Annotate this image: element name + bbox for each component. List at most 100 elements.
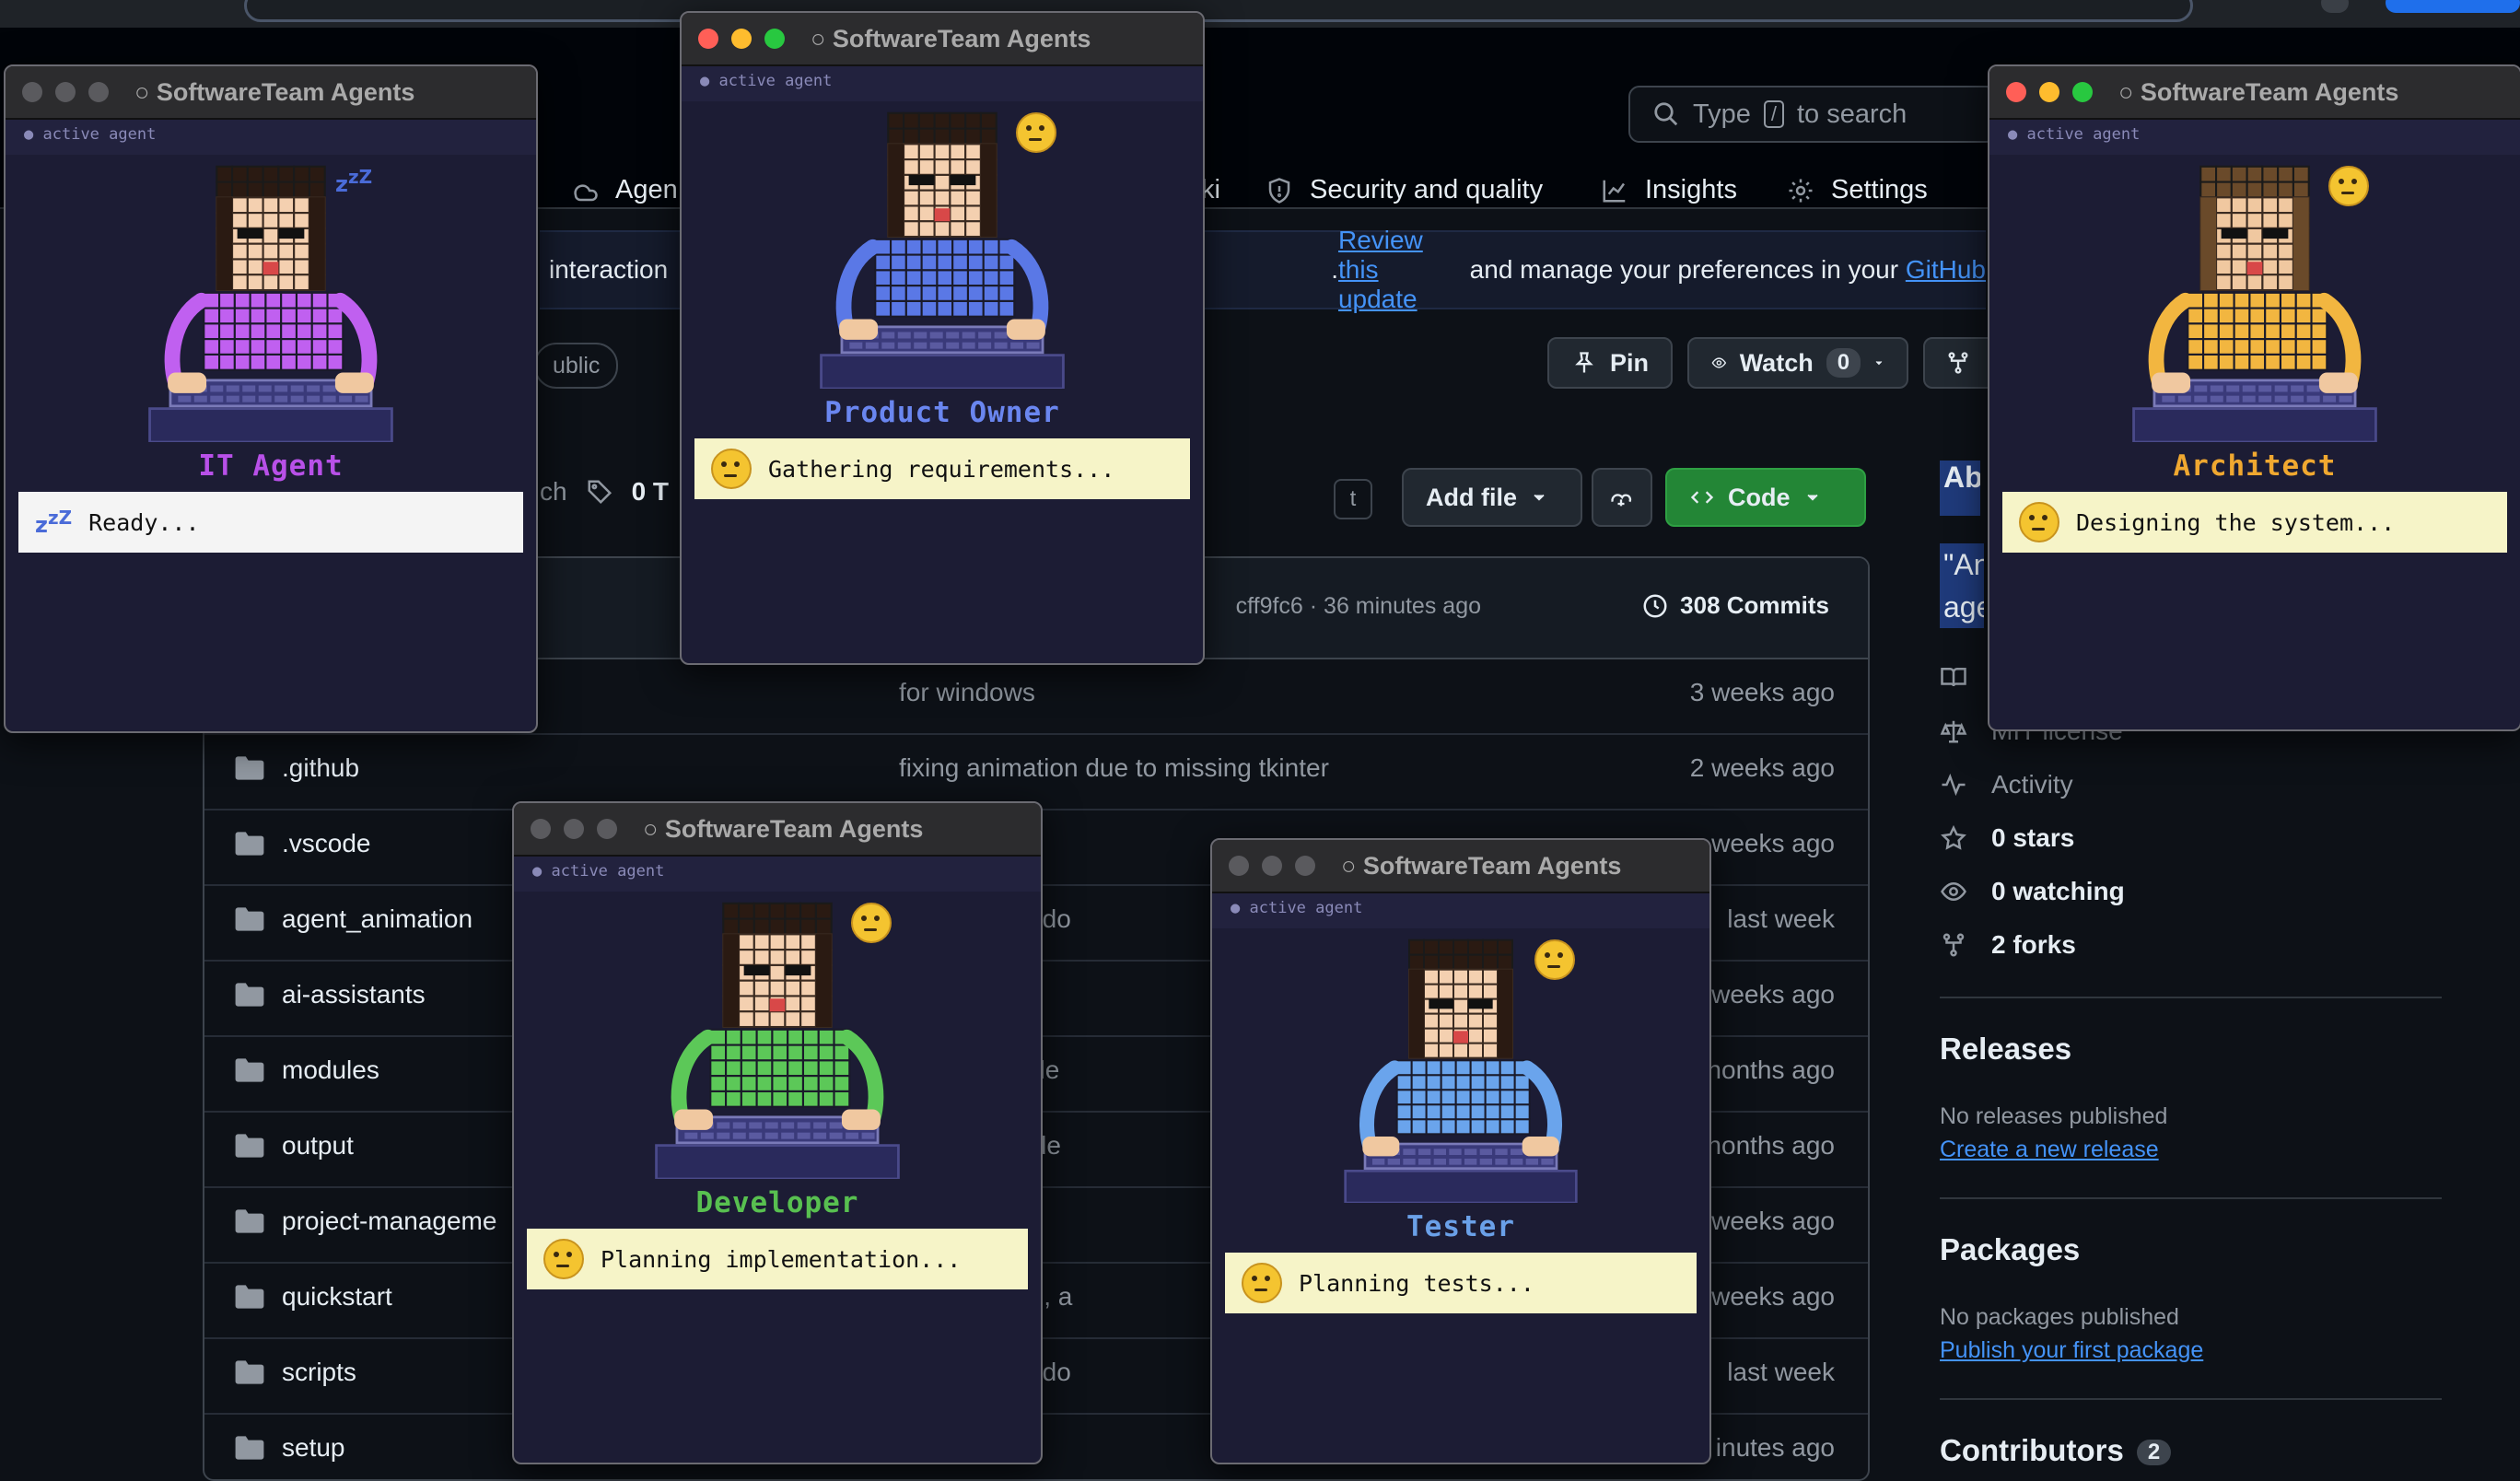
watching-item[interactable]: 0 watching [1940, 877, 2125, 906]
watch-button[interactable]: Watch 0 [1687, 337, 1908, 389]
file-name[interactable]: ai-assistants [282, 980, 426, 1009]
address-bar[interactable] [244, 0, 2193, 22]
fork-icon [1942, 933, 1965, 957]
folder-icon [235, 1285, 264, 1309]
tab-agents[interactable]: Agen [571, 175, 678, 205]
agent-panel: ● active agent zzZ IT Agent zzZ Ready... [6, 120, 536, 553]
maximize-window-button[interactable] [597, 819, 617, 839]
active-agent-label: ● active agent [6, 120, 536, 155]
agent-window-arch[interactable]: ○ SoftwareTeam Agents ● active agent Archi… [1988, 64, 2520, 731]
readme-item[interactable] [1940, 663, 1967, 691]
agent-pixel-avatar [655, 902, 900, 1179]
close-window-button[interactable] [531, 819, 551, 839]
minimize-window-button[interactable] [2039, 82, 2059, 102]
create-release-link[interactable]: Create a new release [1940, 1137, 2159, 1163]
thinking-face-icon [1242, 1263, 1282, 1303]
review-update-link[interactable]: Review this update [1338, 226, 1463, 314]
file-name[interactable]: output [282, 1131, 354, 1160]
window-titlebar[interactable]: ○ SoftwareTeam Agents [682, 13, 1203, 66]
github-settings-link[interactable]: GitHub [1906, 255, 1986, 285]
tab-insights[interactable]: Insights [1601, 175, 1737, 205]
file-row[interactable]: .github fixing animation due to missing t… [204, 733, 1868, 810]
agents-icon [574, 183, 598, 201]
tab-settings[interactable]: Settings [1787, 175, 1928, 205]
code-button[interactable]: Code [1665, 468, 1866, 527]
packages-text: No packages published [1940, 1304, 2179, 1330]
active-agent-text: active agent [718, 72, 833, 90]
window-titlebar[interactable]: ○ SoftwareTeam Agents [6, 66, 536, 120]
close-window-button[interactable] [698, 29, 718, 49]
contributors-title[interactable]: Contributors 2 [1940, 1433, 2172, 1468]
releases-title[interactable]: Releases [1940, 1032, 2071, 1067]
browser-profile-icon[interactable] [2321, 0, 2349, 13]
commit-date: 3 weeks ago [1689, 678, 1835, 706]
window-titlebar[interactable]: ○ SoftwareTeam Agents [1212, 840, 1709, 893]
file-name[interactable]: scripts [282, 1358, 356, 1387]
fork-button[interactable] [1923, 337, 1997, 389]
stars-item[interactable]: 0 stars [1940, 823, 2074, 853]
file-name[interactable]: project-manageme [282, 1207, 496, 1236]
agent-window-po[interactable]: ○ SoftwareTeam Agents ● active agent Produ… [680, 11, 1205, 665]
add-file-button[interactable]: Add file [1402, 468, 1582, 527]
forks-item[interactable]: 2 forks [1940, 930, 2076, 960]
maximize-window-button[interactable] [1295, 856, 1315, 876]
active-agent-label: ● active agent [1212, 893, 1709, 928]
commit-date: nonths ago [1707, 1055, 1835, 1084]
publish-package-link[interactable]: Publish your first package [1940, 1337, 2203, 1364]
window-title-text: SoftwareTeam Agents [2140, 77, 2399, 106]
window-title-text: SoftwareTeam Agents [664, 814, 924, 843]
browser-top-strip [0, 0, 2520, 28]
commit-message[interactable]: for windows [899, 678, 1035, 707]
agent-window-it[interactable]: ○ SoftwareTeam Agents ● active agent zzZ IT… [4, 64, 538, 733]
agent-panel: ● active agent Architect Designing the sys… [1989, 120, 2520, 553]
agent-panel: ● active agent Tester Planning tests... [1212, 893, 1709, 1313]
thinking-face-icon [1534, 939, 1575, 980]
maximize-window-button[interactable] [764, 29, 785, 49]
search-input[interactable]: Type / to search [1628, 86, 1997, 143]
commit-message[interactable]: fixing animation due to missing tkinter [899, 753, 1329, 783]
branch-row: ch 0 T [540, 477, 669, 507]
tags-count[interactable]: 0 T [632, 477, 669, 507]
maximize-window-button[interactable] [2072, 82, 2093, 102]
close-window-button[interactable] [1229, 856, 1249, 876]
close-window-button[interactable] [2006, 82, 2026, 102]
commit-hash-time[interactable]: cff9fc6 · 36 minutes ago [1236, 593, 1481, 620]
history-icon [1643, 594, 1667, 617]
file-name[interactable]: .vscode [282, 829, 371, 858]
window-titlebar[interactable]: ○ SoftwareTeam Agents [1989, 66, 2520, 120]
pin-button[interactable]: Pin [1547, 337, 1673, 389]
folder-icon [235, 1058, 264, 1082]
copilot-button[interactable] [1592, 468, 1652, 527]
minimize-window-button[interactable] [1262, 856, 1282, 876]
active-agent-text: active agent [1249, 899, 1363, 917]
minimize-window-button[interactable] [564, 819, 584, 839]
watch-count: 0 [1826, 348, 1861, 378]
about-description: "An age [1940, 543, 1984, 628]
commits-link[interactable]: 308 Commits [1641, 591, 1829, 620]
commit-date: last week [1727, 1358, 1835, 1386]
tab-security[interactable]: Security and quality [1266, 175, 1543, 205]
thinking-face-icon [2019, 502, 2059, 542]
close-window-button[interactable] [22, 82, 42, 102]
minimize-window-button[interactable] [731, 29, 752, 49]
file-name[interactable]: .github [282, 753, 359, 783]
file-name[interactable]: quickstart [282, 1282, 392, 1312]
divider [1940, 1197, 2442, 1199]
branch-selector-text[interactable]: ch [540, 477, 567, 507]
minimize-window-button[interactable] [55, 82, 76, 102]
maximize-window-button[interactable] [88, 82, 109, 102]
browser-action-button[interactable] [2386, 0, 2520, 13]
file-name[interactable]: agent_animation [282, 904, 472, 934]
packages-title[interactable]: Packages [1940, 1232, 2080, 1267]
agent-status: Planning tests... [1225, 1253, 1697, 1313]
agent-window-dev[interactable]: ○ SoftwareTeam Agents ● active agent Devel… [512, 801, 1043, 1464]
eye-icon [1711, 357, 1727, 368]
avatar-area [514, 901, 1041, 1179]
window-titlebar[interactable]: ○ SoftwareTeam Agents [514, 803, 1041, 857]
file-name[interactable]: setup [282, 1433, 345, 1463]
agent-window-test[interactable]: ○ SoftwareTeam Agents ● active agent Teste… [1210, 838, 1711, 1464]
file-name[interactable]: modules [282, 1055, 379, 1085]
eye-icon [1941, 881, 1966, 902]
commit-date: weeks ago [1711, 1282, 1835, 1311]
activity-item[interactable]: Activity [1940, 770, 2073, 799]
